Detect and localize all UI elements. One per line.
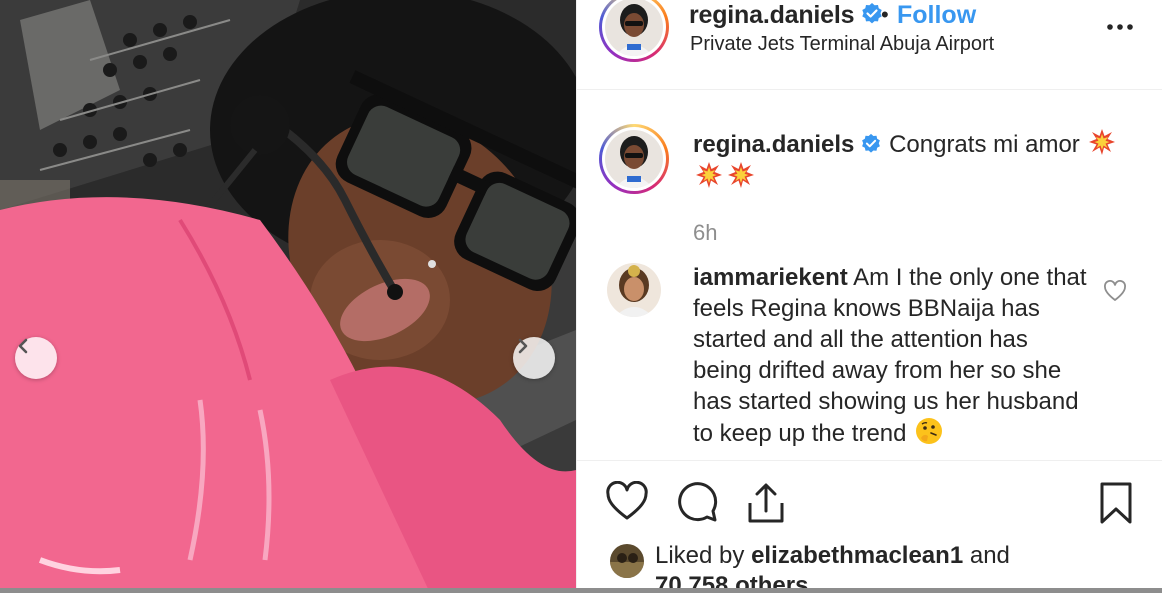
comments-section[interactable]: regina.daniels Congrats mi amor 6h iamma… xyxy=(577,90,1162,460)
post-photo-carousel[interactable] xyxy=(0,0,576,593)
heart-icon[interactable] xyxy=(605,481,649,521)
more-horizontal-icon[interactable] xyxy=(1105,18,1135,36)
verified-badge-icon xyxy=(862,133,881,153)
liker-avatar[interactable] xyxy=(610,544,644,578)
carousel-previous-button[interactable] xyxy=(15,337,57,379)
comment-body: iammariekent Am I the only one that feel… xyxy=(693,262,1093,449)
post-photo xyxy=(0,0,576,593)
carousel-next-button[interactable] xyxy=(513,337,555,379)
post-details-panel: regina.daniels • Follow Private Jets Ter… xyxy=(576,0,1162,593)
post-location-link[interactable]: Private Jets Terminal Abuja Airport xyxy=(690,32,994,56)
author-username[interactable]: regina.daniels xyxy=(689,0,884,30)
liker-username[interactable]: elizabethmaclean1 xyxy=(751,542,963,569)
commenter-username[interactable]: iammariekent xyxy=(693,264,848,291)
follow-button[interactable]: Follow xyxy=(897,0,976,30)
likes-summary: Liked by elizabethmaclean1 and 70,758 ot… xyxy=(655,541,1075,593)
caption-author-avatar-image xyxy=(605,130,663,188)
collision-emoji-icon xyxy=(1089,129,1116,155)
caption-text: Congrats mi amor xyxy=(889,131,1080,158)
chevron-left-icon xyxy=(18,338,28,354)
comment-like-heart-icon[interactable] xyxy=(1103,280,1127,302)
share-upload-icon[interactable] xyxy=(745,481,787,525)
author-avatar-image xyxy=(605,0,663,56)
caption-timestamp[interactable]: 6h xyxy=(693,220,717,246)
chevron-right-icon xyxy=(518,338,528,354)
thinking-face-emoji-icon xyxy=(916,418,943,444)
likes-conjunction: and xyxy=(969,542,1010,569)
post-caption: regina.daniels Congrats mi amor xyxy=(693,128,1133,194)
header-separator: • xyxy=(881,2,889,27)
caption-username[interactable]: regina.daniels xyxy=(693,131,854,158)
commenter-avatar[interactable] xyxy=(607,263,661,317)
caption-author-avatar[interactable] xyxy=(599,124,669,194)
bookmark-icon[interactable] xyxy=(1098,481,1134,525)
comment-text: Am I the only one that feels Regina know… xyxy=(693,264,1087,447)
collision-emoji-icon xyxy=(728,162,754,188)
collision-emoji-icon xyxy=(696,162,722,188)
window-bottom-border xyxy=(0,588,1162,593)
post-actions-bar: Liked by elizabethmaclean1 and 70,758 ot… xyxy=(577,460,1162,593)
likes-prefix: Liked by xyxy=(655,542,745,569)
post-header: regina.daniels • Follow Private Jets Ter… xyxy=(577,0,1162,90)
author-avatar[interactable] xyxy=(599,0,669,62)
author-username-text[interactable]: regina.daniels xyxy=(689,1,855,29)
comment-bubble-icon[interactable] xyxy=(676,481,718,523)
